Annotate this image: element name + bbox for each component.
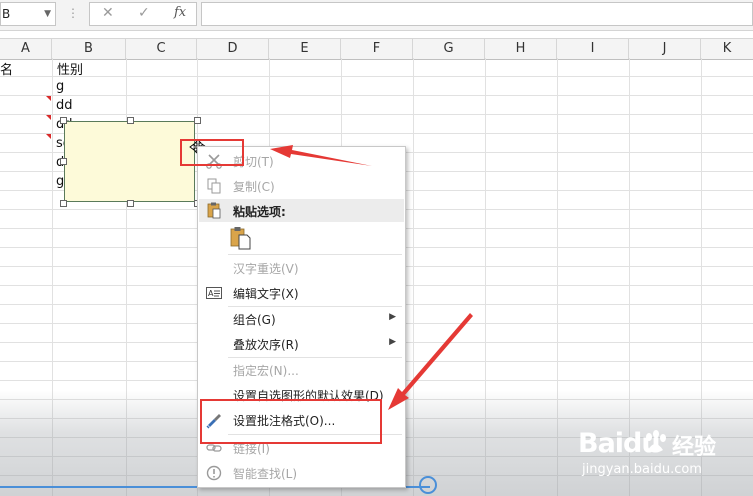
resize-handle[interactable]	[194, 117, 201, 124]
formula-buttons: ✕ ✓ fx	[89, 2, 197, 26]
smart-lookup-icon	[206, 465, 222, 481]
column-header-d[interactable]: D	[197, 39, 269, 59]
name-box[interactable]: B ▼	[0, 2, 56, 26]
menu-item-smart-lookup[interactable]: 智能查找(L)	[199, 461, 404, 485]
comment-box[interactable]	[64, 121, 195, 202]
submenu-arrow-icon: ▶	[389, 312, 396, 322]
formula-input[interactable]	[201, 2, 753, 26]
fx-icon[interactable]: fx	[174, 5, 186, 20]
column-header-g[interactable]: G	[413, 39, 485, 59]
cell-a1[interactable]: 名	[0, 59, 13, 78]
scroll-handle[interactable]	[419, 476, 437, 494]
menu-item-order-label: 叠放次序(R)	[233, 338, 299, 352]
column-header-k[interactable]: K	[701, 39, 753, 59]
column-header-f[interactable]: F	[341, 39, 413, 59]
menu-item-edit-text-label: 编辑文字(X)	[233, 287, 299, 301]
formula-bar: B ▼ ⋮ ✕ ✓ fx	[0, 0, 753, 31]
cell-b3[interactable]: dd	[56, 98, 73, 113]
column-header-c[interactable]: C	[126, 39, 197, 59]
comment-indicator	[46, 96, 51, 101]
cell-b2[interactable]: g	[56, 79, 64, 94]
annotation-box	[200, 399, 382, 444]
paste-options-label: 粘贴选项:	[233, 205, 286, 219]
clipboard-icon	[207, 202, 221, 219]
column-headers: A B C D E F G H I J K	[0, 38, 753, 60]
resize-handle[interactable]	[127, 200, 134, 207]
comment-indicator	[46, 134, 51, 139]
paste-keep-format-icon[interactable]	[229, 226, 253, 250]
menu-item-group[interactable]: 组合(G) ▶	[199, 307, 404, 331]
menu-item-assign-macro-label: 指定宏(N)...	[233, 364, 299, 378]
watermark-url: jingyan.baidu.com	[582, 462, 702, 477]
menu-item-smart-lookup-label: 智能查找(L)	[233, 467, 298, 481]
menu-item-reselect-hanzi[interactable]: 汉字重选(V)	[199, 256, 404, 280]
menu-item-copy-label: 复制(C)	[233, 180, 275, 194]
watermark-cn: 经验	[672, 435, 717, 460]
enter-icon[interactable]: ✓	[138, 5, 150, 21]
baidu-watermark: Baidu 经验 jingyan.baidu.com	[574, 424, 744, 484]
edit-text-icon: A	[206, 287, 222, 299]
cancel-icon[interactable]: ✕	[102, 5, 114, 21]
menu-item-order[interactable]: 叠放次序(R) ▶	[199, 332, 404, 356]
paw-icon	[646, 430, 666, 453]
grip-icon[interactable]: ⋮	[67, 6, 79, 20]
resize-handle[interactable]	[60, 200, 67, 207]
resize-handle[interactable]	[127, 117, 134, 124]
column-header-h[interactable]: H	[485, 39, 557, 59]
paste-options-header: 粘贴选项:	[199, 199, 404, 222]
resize-handle[interactable]	[60, 117, 67, 124]
column-header-j[interactable]: J	[629, 39, 701, 59]
copy-icon	[207, 178, 221, 194]
resize-handle[interactable]	[60, 158, 67, 165]
svg-text:A: A	[208, 289, 214, 298]
menu-item-copy[interactable]: 复制(C)	[199, 174, 404, 198]
menu-item-reselect-hanzi-label: 汉字重选(V)	[233, 262, 299, 276]
comment-indicator	[46, 115, 51, 120]
column-header-e[interactable]: E	[269, 39, 341, 59]
column-header-a[interactable]: A	[0, 39, 52, 59]
name-box-dropdown-icon[interactable]: ▼	[44, 3, 51, 25]
submenu-arrow-icon: ▶	[389, 337, 396, 347]
column-header-b[interactable]: B	[52, 39, 126, 59]
column-header-i[interactable]: I	[557, 39, 629, 59]
menu-item-assign-macro[interactable]: 指定宏(N)...	[199, 358, 404, 382]
cell-b1[interactable]: 性别	[57, 59, 83, 78]
name-box-value: B	[2, 7, 11, 21]
menu-item-edit-text[interactable]: A 编辑文字(X)	[199, 281, 404, 305]
annotation-box	[180, 139, 244, 166]
menu-item-group-label: 组合(G)	[233, 313, 276, 327]
